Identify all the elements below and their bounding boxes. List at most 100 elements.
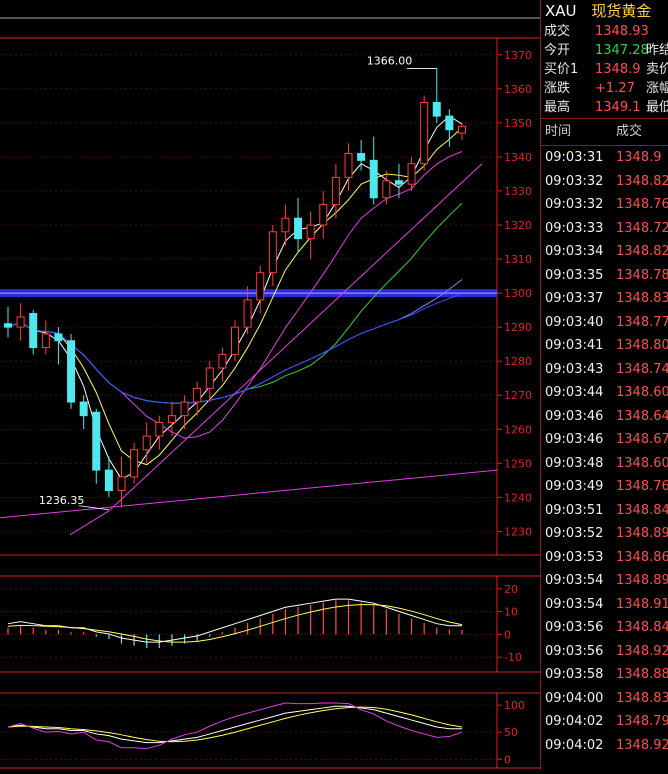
tick-row[interactable]: 09:03:54 1348.89 — [541, 569, 668, 593]
tick-time: 09:03:51 — [545, 502, 604, 518]
tick-row[interactable]: 09:04:00 1348.83 — [541, 687, 668, 711]
candle-body — [218, 353, 227, 369]
tick-time: 09:03:54 — [545, 573, 604, 588]
tick-row[interactable]: 09:03:51 1348.84 — [541, 499, 668, 523]
tick-time: 09:03:34 — [545, 244, 604, 259]
tick-row[interactable]: 09:04:02 1348.79 — [541, 710, 668, 734]
candle-body — [117, 476, 126, 492]
y-tick-label: 50 — [504, 726, 518, 739]
candle-body — [231, 326, 239, 355]
tick-row[interactable]: 09:03:56 1348.84 — [541, 616, 668, 640]
candle-body — [4, 323, 12, 328]
candle-body — [394, 180, 403, 185]
candle-body — [167, 415, 176, 423]
y-tick-label: 1280 — [504, 355, 532, 368]
tick-time: 09:03:32 — [545, 197, 604, 212]
tick-row[interactable]: 09:03:54 1348.91 — [541, 593, 668, 617]
chart-area[interactable]: 1370 1360 1350 1340 1330 1320 1310 1300 1290 1280… — [0, 0, 540, 770]
y-tick-label: 1290 — [504, 321, 532, 334]
tick-row[interactable]: 09:03:35 1348.78 — [541, 264, 668, 288]
quote-label: 最高 — [544, 100, 571, 115]
candle-body — [41, 333, 50, 349]
tick-row[interactable]: 09:03:34 1348.82 — [541, 240, 668, 264]
y-tick-label: 1240 — [504, 491, 532, 504]
tick-time: 09:04:00 — [545, 690, 604, 706]
candle-body — [104, 469, 113, 492]
macd-dif-line — [7, 598, 462, 643]
tick-time: 09:03:56 — [545, 620, 604, 635]
tick-row[interactable]: 09:03:33 1348.72 — [541, 217, 668, 241]
ticks-header: 时间 成交 — [541, 118, 668, 146]
tick-row[interactable]: 09:03:31 1348.9 — [541, 146, 668, 170]
quote-row: 成交 1348.93 — [541, 22, 668, 41]
tick-row[interactable]: 09:03:46 1348.67 — [541, 428, 668, 452]
quote-label: 涨跌 — [544, 81, 571, 96]
tick-time: 09:03:44 — [545, 385, 604, 400]
instrument-symbol: XAU — [545, 2, 577, 20]
tick-row[interactable]: 09:03:46 1348.64 — [541, 405, 668, 429]
tick-price: 1348.89 — [616, 573, 668, 588]
tick-row[interactable]: 09:03:48 1348.60 — [541, 452, 668, 476]
tick-row[interactable]: 09:03:41 1348.80 — [541, 334, 668, 358]
tick-row[interactable]: 09:03:37 1348.83 — [541, 287, 668, 311]
ticks-list[interactable]: 09:03:31 1348.9 09:03:32 1348.82 09:03:32 134… — [541, 146, 668, 757]
quote-value: 1349.1 — [595, 100, 641, 115]
quote-label: 今开 — [544, 43, 571, 58]
quote-value: +1.27 — [595, 81, 635, 96]
candle-body — [319, 204, 328, 226]
candle-body — [54, 333, 63, 342]
tick-price: 1348.60 — [616, 455, 668, 471]
tick-row[interactable]: 09:04:02 1348.92 — [541, 734, 668, 758]
tick-row[interactable]: 09:03:40 1348.77 — [541, 311, 668, 335]
candle-body — [445, 115, 454, 131]
tick-price: 1348.84 — [616, 620, 668, 635]
quote-label: 买价1 — [544, 62, 579, 77]
tick-time: 09:04:02 — [545, 714, 604, 729]
tick-time: 09:03:53 — [545, 549, 604, 565]
candle-body — [357, 153, 366, 161]
candle-body — [382, 180, 391, 199]
price-chart[interactable]: 1370 1360 1350 1340 1330 1320 1310 1300 1290 1280… — [0, 0, 540, 770]
tick-time: 09:03:37 — [545, 291, 604, 306]
price-annotation: 1366.00 — [367, 54, 413, 67]
y-tick-label: 0 — [504, 753, 511, 766]
candle-body — [142, 435, 151, 451]
tick-time: 09:03:48 — [545, 455, 604, 471]
y-tick-label: 1270 — [504, 389, 532, 402]
candle-body — [268, 231, 277, 274]
tick-price: 1348.84 — [616, 502, 668, 518]
tick-price: 1348.80 — [616, 338, 668, 353]
tick-row[interactable]: 09:03:32 1348.76 — [541, 193, 668, 217]
candle-body — [344, 153, 353, 178]
tick-price: 1348.78 — [616, 267, 668, 283]
tick-price: 1348.9 — [616, 150, 662, 165]
tick-price: 1348.60 — [616, 385, 668, 400]
tick-time: 09:03:56 — [545, 643, 604, 659]
quote-label-secondary: 涨幅 — [646, 81, 668, 96]
tick-row[interactable]: 09:03:58 1348.88 — [541, 663, 668, 687]
y-tick-label: 1370 — [504, 49, 532, 62]
tick-row[interactable]: 09:03:56 1348.92 — [541, 640, 668, 664]
tick-row[interactable]: 09:03:53 1348.86 — [541, 546, 668, 570]
tick-time: 09:04:02 — [545, 737, 604, 753]
tick-time: 09:03:35 — [545, 267, 604, 283]
instrument-header: XAU 现货黄金 — [541, 0, 668, 22]
quote-label-secondary: 昨结 — [646, 43, 668, 58]
y-tick-label: 1300 — [504, 287, 532, 300]
tick-price: 1348.83 — [616, 690, 668, 706]
candle-body — [155, 421, 164, 437]
candle-body — [67, 340, 76, 403]
tick-row[interactable]: 09:03:44 1348.60 — [541, 381, 668, 405]
tick-row[interactable]: 09:03:43 1348.74 — [541, 358, 668, 382]
kdj-j-line — [7, 702, 463, 750]
y-tick-label: -10 — [504, 651, 522, 664]
y-tick-label: 1360 — [504, 83, 532, 96]
tick-row[interactable]: 09:03:32 1348.82 — [541, 170, 668, 194]
y-tick-label: 20 — [504, 583, 518, 596]
tick-row[interactable]: 09:03:49 1348.76 — [541, 475, 668, 499]
y-tick-label: 1260 — [504, 423, 532, 436]
tick-price: 1348.83 — [616, 291, 668, 306]
tick-row[interactable]: 09:03:52 1348.89 — [541, 522, 668, 546]
candle-body — [281, 217, 290, 233]
tick-price: 1348.76 — [616, 197, 668, 212]
